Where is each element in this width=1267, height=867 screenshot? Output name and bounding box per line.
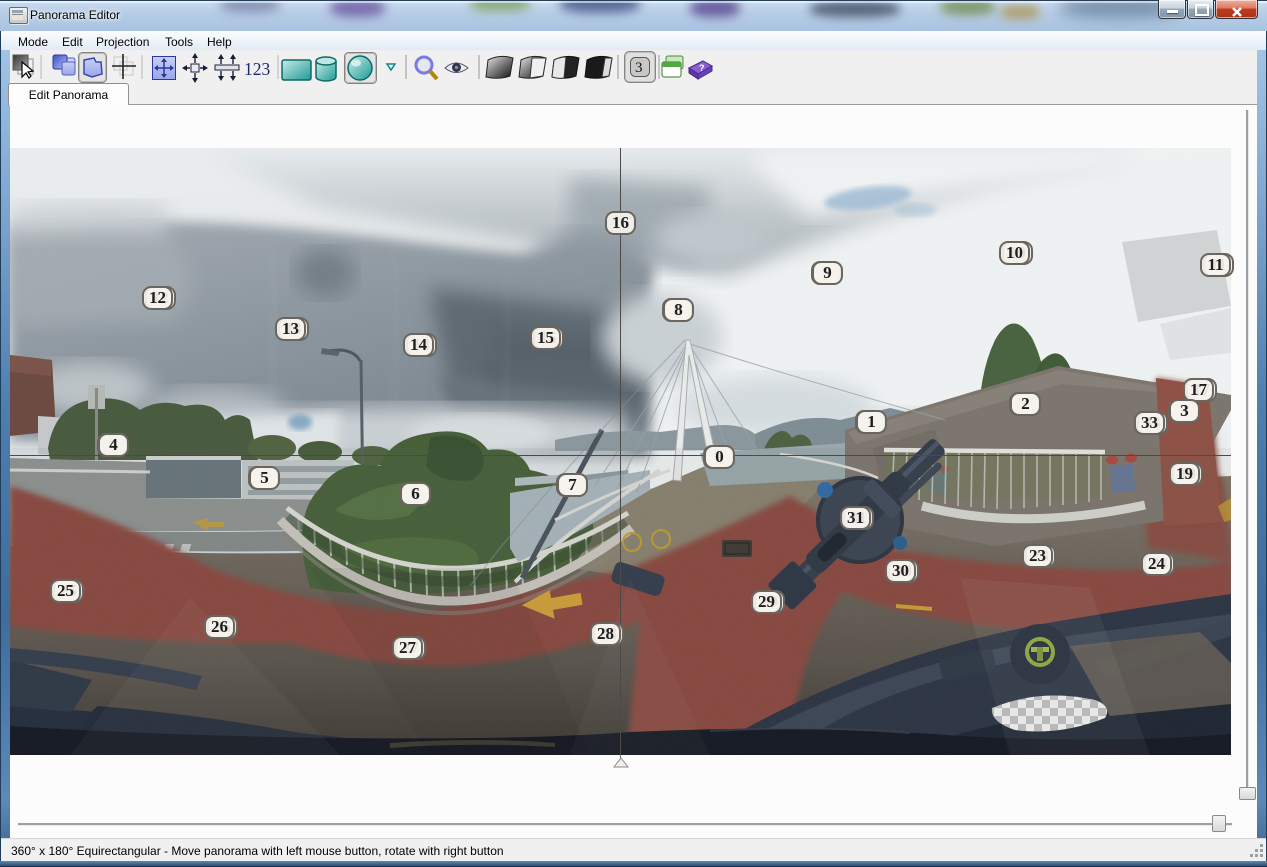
svg-text:?: ?: [699, 63, 705, 73]
svg-text:3: 3: [635, 60, 643, 76]
svg-text:123: 123: [244, 59, 271, 79]
